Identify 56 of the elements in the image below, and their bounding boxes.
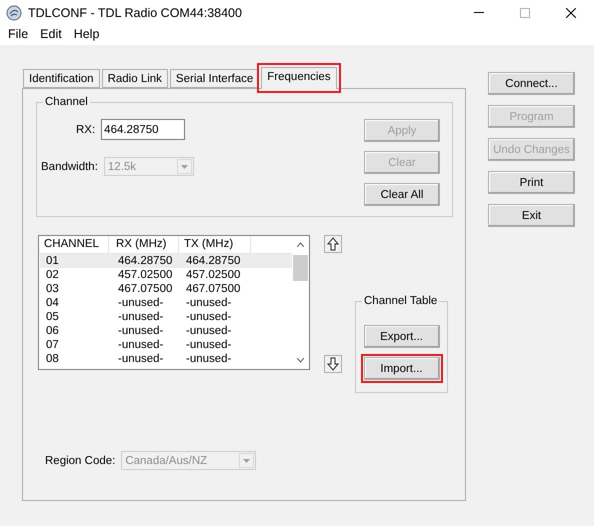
close-icon (566, 8, 576, 18)
action-button[interactable]: Clear All (364, 183, 440, 206)
table-cell-text: -unused- (117, 324, 164, 338)
channel-row[interactable]: 01 464.28750 464.28750 (40, 254, 292, 268)
action-button[interactable]: Export... (364, 325, 440, 348)
table-cell-text: -unused- (185, 310, 232, 324)
table-cell-text: 467.07500 (185, 282, 242, 296)
table-cell-text: -unused- (117, 352, 164, 366)
tab[interactable]: Serial Interface (170, 69, 260, 88)
table-cell-text: -unused- (117, 338, 164, 352)
column-header[interactable]: CHANNEL (39, 236, 109, 253)
table-cell-text: 04 (45, 296, 60, 310)
window-title: TDLCONF - TDL Radio COM44:38400 (28, 6, 243, 20)
menu-item[interactable]: Edit (34, 25, 68, 45)
menu-item[interactable]: Help (68, 25, 106, 45)
menu-item[interactable]: File (2, 25, 34, 45)
table-cell-text: 464.28750 (117, 254, 174, 268)
minimize-icon (474, 12, 484, 13)
table-cell-text: 464.28750 (185, 254, 242, 268)
side-button[interactable]: Print (488, 171, 575, 194)
table-cell-text: -unused- (185, 338, 232, 352)
action-button[interactable]: Import... (364, 357, 440, 380)
table-cell-text: 07 (45, 338, 60, 352)
table-cell-text: 06 (45, 324, 60, 338)
dropdown-arrow-icon (243, 458, 250, 462)
table-cell-text: 467.07500 (117, 282, 174, 296)
field-label: Region Code: (45, 454, 116, 466)
table-cell-text: 01 (45, 254, 60, 268)
move-up-button[interactable] (324, 235, 342, 253)
tab[interactable]: Identification (23, 69, 100, 88)
table-cell-text: 08 (45, 352, 60, 366)
scrollbar-thumb[interactable] (293, 255, 308, 281)
scroll-up-icon[interactable] (297, 242, 304, 247)
rx-input[interactable]: 464.28750 (101, 119, 186, 140)
dropdown-arrow-icon (180, 164, 188, 168)
side-button[interactable]: Exit (488, 204, 575, 227)
move-down-button[interactable] (324, 355, 342, 373)
app-icon (6, 4, 22, 20)
table-cell-text: -unused- (185, 296, 232, 310)
table-cell-text: 03 (45, 282, 60, 296)
table-cell-text: 02 (45, 268, 60, 282)
table-cell-text: 457.02500 (117, 268, 174, 282)
column-header[interactable]: RX (MHz) (109, 236, 179, 253)
table-cell-text: 05 (45, 310, 60, 324)
table-cell-text: -unused- (185, 324, 232, 338)
table-cell-text: -unused- (185, 352, 232, 366)
column-header[interactable]: TX (MHz) (179, 236, 251, 253)
table-cell-text: -unused- (117, 310, 164, 324)
table-cell-text: 457.02500 (185, 268, 242, 282)
field-label: RX: (76, 124, 96, 136)
maximize-icon (520, 8, 530, 18)
table-cell-text: -unused- (117, 296, 164, 310)
scroll-down-icon[interactable] (297, 358, 304, 363)
tab[interactable]: Radio Link (102, 69, 168, 88)
field-label: Bandwidth: (41, 160, 98, 172)
side-button[interactable]: Connect... (488, 72, 575, 95)
